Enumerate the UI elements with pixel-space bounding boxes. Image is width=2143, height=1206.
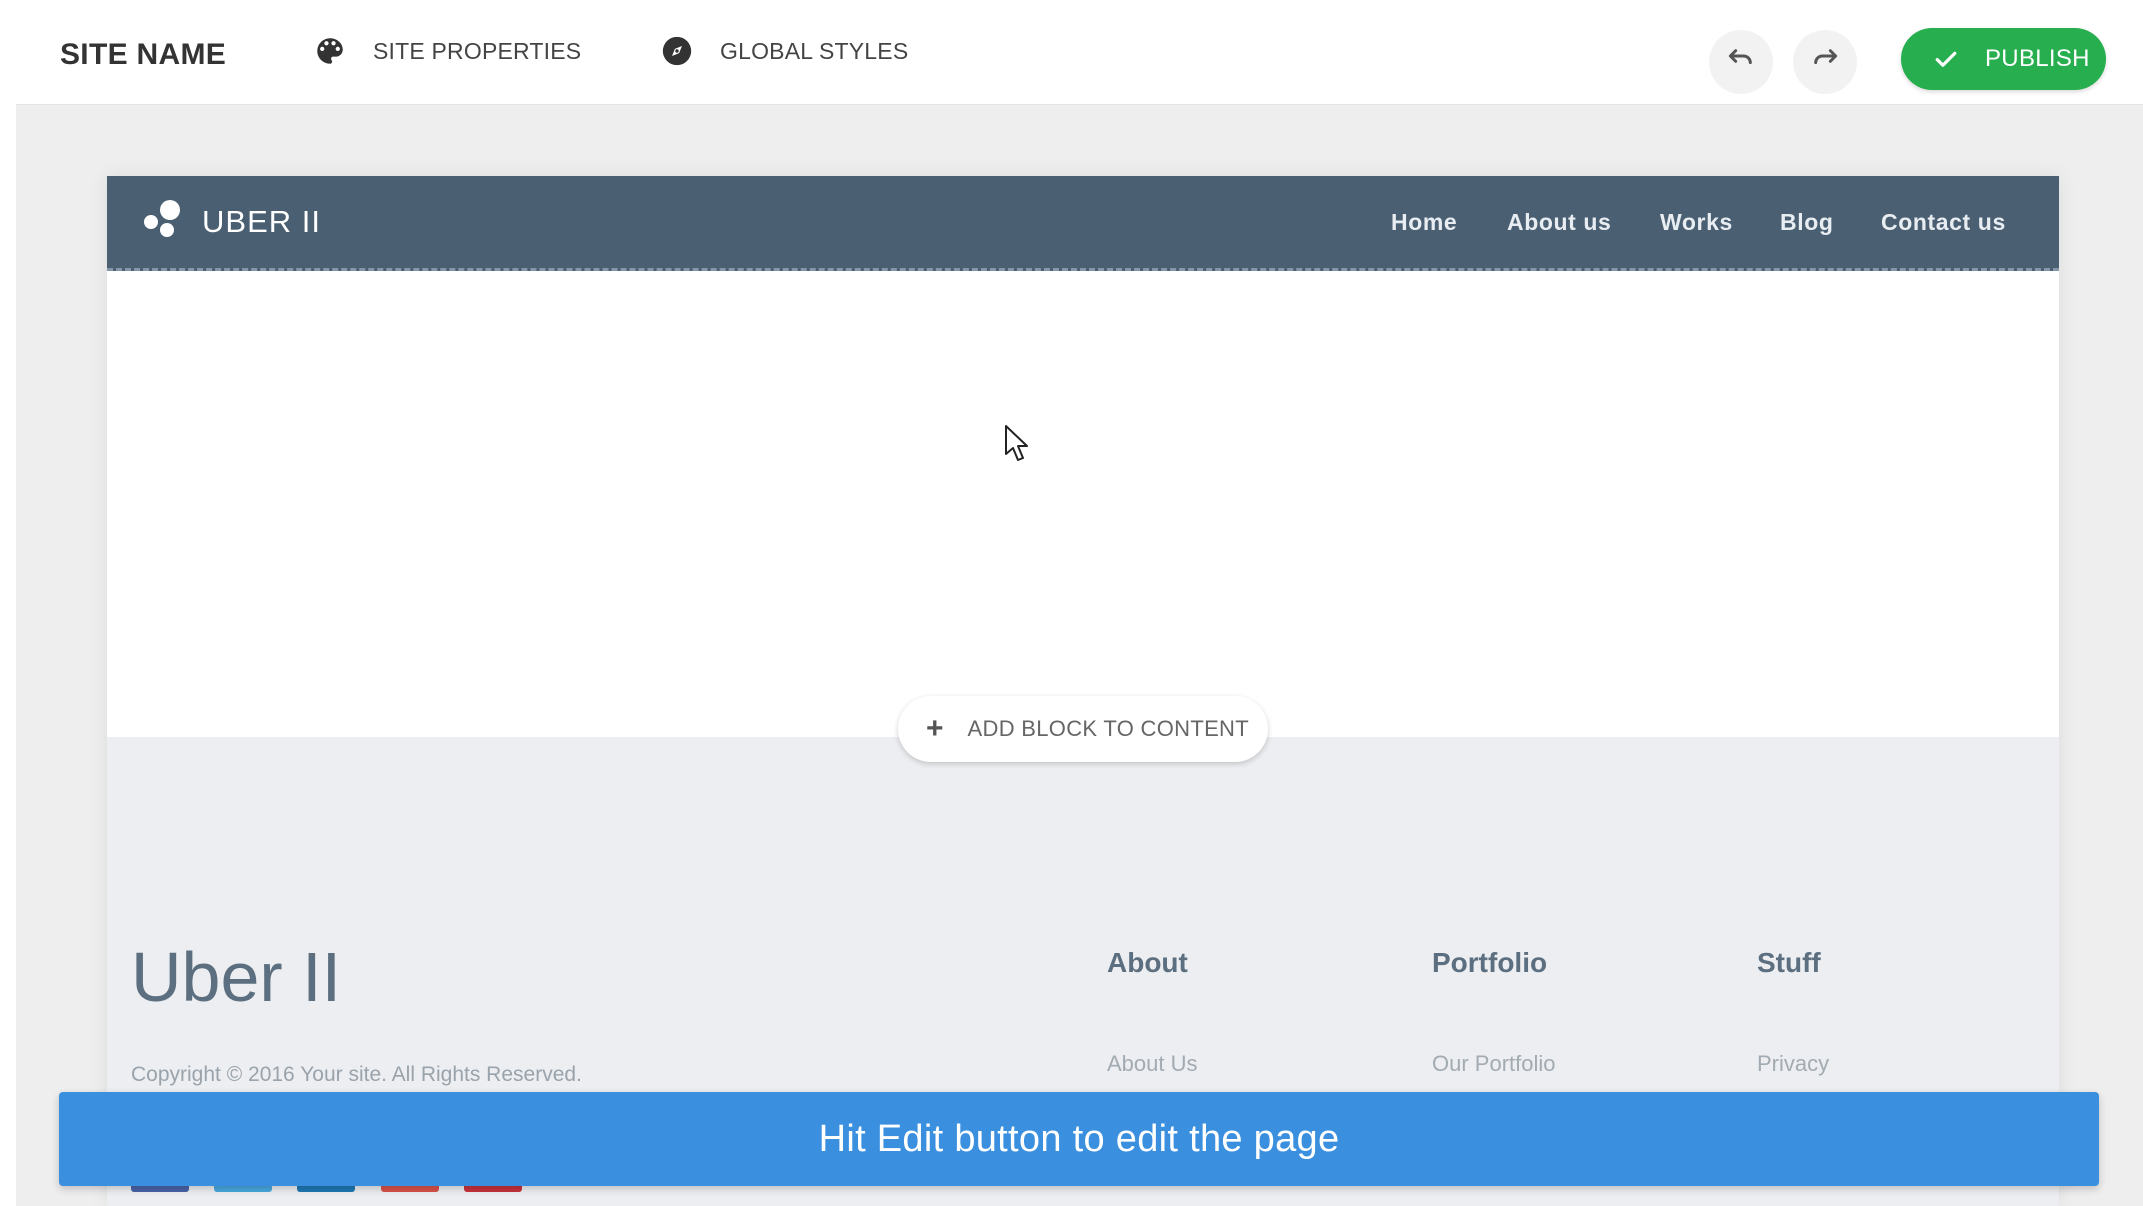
site-navbar[interactable]: UBER II Home About us Works Blog Contact… [107,176,2059,271]
footer-link-privacy[interactable]: Privacy [1757,1051,1829,1077]
footer-heading-about: About [1107,947,1188,978]
footer-link-our-portfolio[interactable]: Our Portfolio [1432,1051,1556,1077]
nav-link-contact-us[interactable]: Contact us [1881,209,2006,236]
publish-button[interactable]: PUBLISH [1901,28,2106,90]
compass-icon [660,34,694,68]
redo-icon [1809,44,1841,81]
page-preview: UBER II Home About us Works Blog Contact… [107,176,2059,1206]
brand-name[interactable]: UBER II [202,204,321,240]
footer-heading-stuff: Stuff [1757,947,1821,978]
edit-hint-text: Hit Edit button to edit the page [818,1117,1340,1160]
publish-label: PUBLISH [1985,45,2090,72]
site-properties-label: SITE PROPERTIES [373,37,582,64]
check-icon [1931,44,1961,74]
site-properties-button[interactable]: SITE PROPERTIES [313,34,581,68]
editor-toolbar: SITE NAME SITE PROPERTIES GLOBAL STYLES [16,0,2143,105]
footer-link-about-us[interactable]: About Us [1107,1051,1198,1077]
nav-link-blog[interactable]: Blog [1780,209,1834,236]
footer-title: Uber II [131,938,342,1016]
add-block-button[interactable]: + ADD BLOCK TO CONTENT [898,696,1268,762]
undo-button[interactable] [1709,30,1773,94]
site-name[interactable]: SITE NAME [60,38,226,72]
footer-heading-portfolio: Portfolio [1432,947,1548,978]
palette-icon [313,34,347,68]
plus-icon: + [926,712,944,745]
edit-hint-banner: Hit Edit button to edit the page [59,1092,2099,1186]
mouse-pointer-icon [1004,424,1030,464]
global-styles-button[interactable]: GLOBAL STYLES [660,34,908,68]
redo-button[interactable] [1793,30,1857,94]
undo-icon [1725,44,1757,81]
nav-link-home[interactable]: Home [1391,209,1457,236]
footer-copyright: Copyright © 2016 Your site. All Rights R… [131,1063,582,1086]
brand-logo-icon [141,198,183,240]
nav-link-works[interactable]: Works [1660,209,1733,236]
global-styles-label: GLOBAL STYLES [720,37,909,64]
add-block-label: ADD BLOCK TO CONTENT [967,716,1249,741]
nav-link-about-us[interactable]: About us [1507,209,1611,236]
